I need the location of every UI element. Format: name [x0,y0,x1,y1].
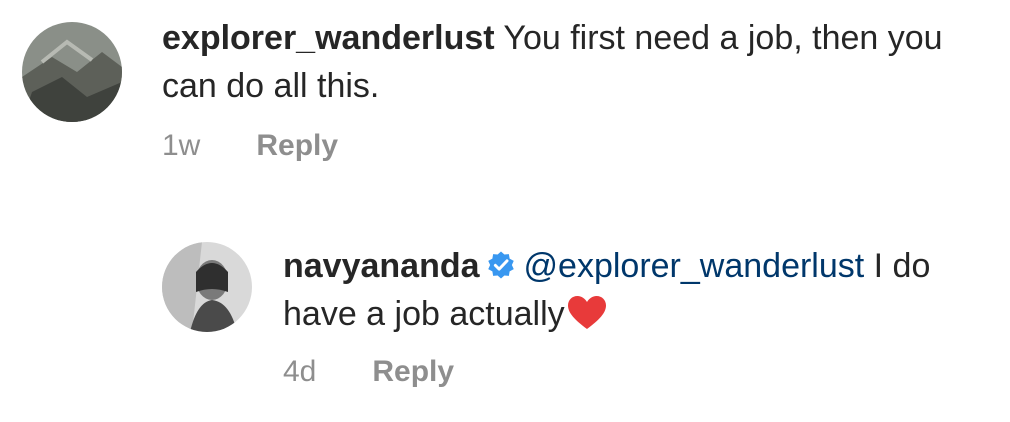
username[interactable]: explorer_wanderlust [162,19,495,57]
timestamp: 1w [162,129,201,162]
red-heart-icon [567,296,606,329]
avatar-image [22,22,122,122]
comment-text: explorer_wanderlust You first need a job… [162,14,992,110]
reply-button[interactable]: Reply [372,355,454,388]
verified-badge-icon [487,251,514,279]
reply-comment: navyananda @explorer_wanderlust I do have… [0,200,1010,422]
timestamp: 4d [283,355,317,388]
avatar[interactable] [162,242,252,332]
username[interactable]: navyananda [283,247,480,285]
comment-meta: 1w Reply [162,128,338,164]
mention-link[interactable]: @explorer_wanderlust [524,247,865,285]
avatar-image [162,242,252,332]
comment-text: navyananda @explorer_wanderlust I do have… [283,242,993,338]
avatar[interactable] [22,22,122,122]
comment-meta: 4d Reply [283,354,454,390]
reply-button[interactable]: Reply [256,129,338,162]
comment: explorer_wanderlust You first need a job… [0,0,1010,200]
